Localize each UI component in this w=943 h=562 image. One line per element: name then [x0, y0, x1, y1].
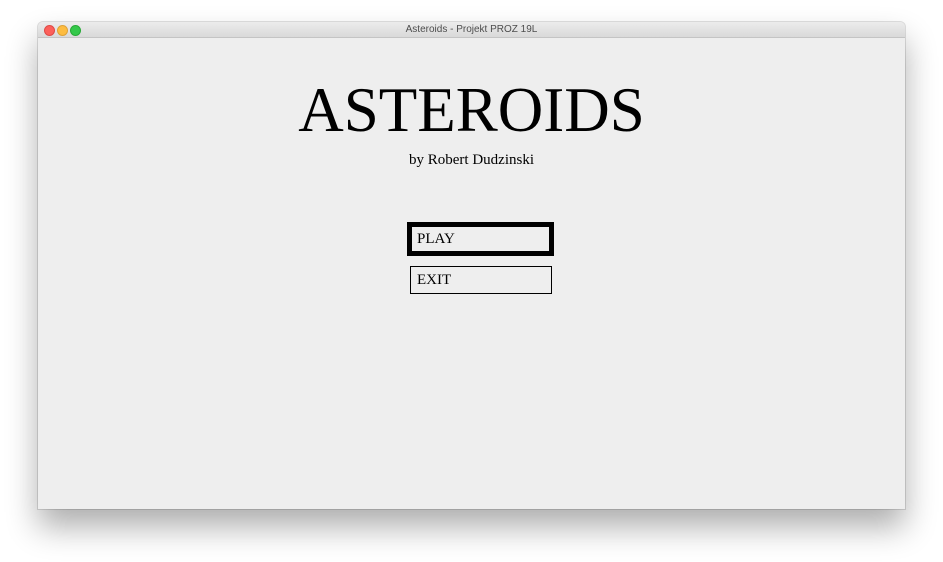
exit-button[interactable]: EXIT: [410, 266, 552, 294]
window-title: Asteroids - Projekt PROZ 19L: [405, 24, 538, 35]
game-title: ASTEROIDS: [298, 75, 645, 145]
play-button[interactable]: PLAY: [407, 222, 554, 256]
app-window: Asteroids - Projekt PROZ 19L ASTEROIDS b…: [38, 22, 905, 509]
title-bar[interactable]: Asteroids - Projekt PROZ 19L: [38, 22, 905, 38]
main-menu: ASTEROIDS by Robert Dudzinski PLAY EXIT: [38, 38, 905, 509]
author-credit: by Robert Dudzinski: [409, 152, 534, 168]
